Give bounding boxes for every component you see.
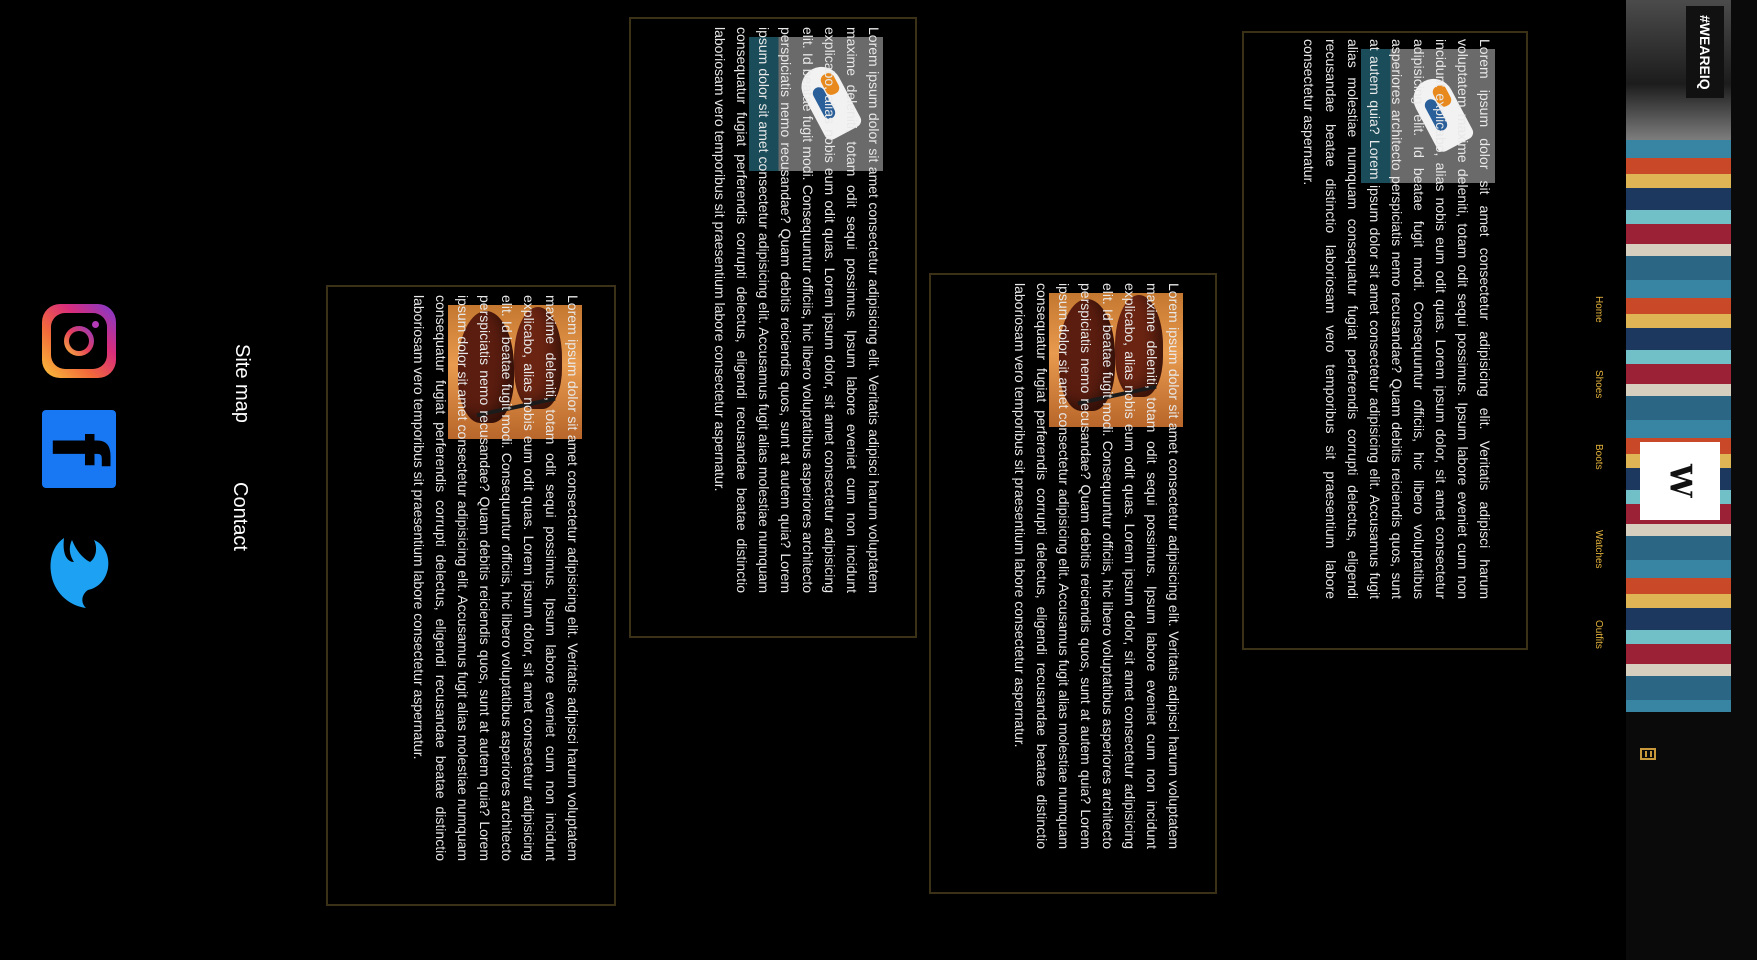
nav-item-outfits[interactable]: Outfits	[1585, 620, 1611, 649]
brand-logo-text: W	[1662, 464, 1698, 498]
nav-item-shoes[interactable]: Shoes	[1585, 370, 1611, 398]
header-banner: #WEAREIQ W	[1626, 0, 1757, 960]
main-nav: Home Shoes Boots Watches Outfits	[1585, 0, 1611, 960]
product-description-text: Lorem ipsum dolor sit amet consectetur a…	[1012, 283, 1182, 849]
contact-link[interactable]: Contact	[224, 482, 254, 572]
product-description: Lorem ipsum dolor sit amet consectetur a…	[352, 295, 584, 861]
product-card: Lorem ipsum dolor sit amet consectetur a…	[629, 17, 917, 638]
nav-item-watches[interactable]: Watches	[1585, 530, 1611, 569]
cart-icon[interactable]	[1640, 748, 1656, 760]
page-root: #WEAREIQ W Home Shoes Boots Watches Outf…	[0, 0, 1757, 960]
banner-tag-text: #WEAREIQ	[1697, 14, 1713, 90]
sitemap-link[interactable]: Site map	[206, 344, 254, 424]
instagram-icon[interactable]	[42, 304, 116, 378]
product-description: Lorem ipsum dolor sit amet consectetur a…	[655, 27, 885, 593]
brand-logo[interactable]: W	[1640, 442, 1720, 520]
product-card: Lorem ipsum dolor sit amet consectetur a…	[929, 273, 1217, 894]
banner-tag: #WEAREIQ	[1686, 6, 1724, 98]
facebook-glyph: f	[42, 412, 116, 486]
product-description: Lorem ipsum dolor sit amet consectetur a…	[955, 283, 1185, 849]
nav-item-boots[interactable]: Boots	[1585, 444, 1611, 470]
product-card: Lorem ipsum dolor sit amet consectetur a…	[1242, 31, 1528, 650]
product-description-text: Lorem ipsum dolor sit amet consectetur a…	[712, 27, 882, 593]
product-description: Lorem ipsum dolor sit amet consectetur a…	[1268, 39, 1496, 599]
product-card: Lorem ipsum dolor sit amet consectetur a…	[326, 285, 616, 906]
nav-item-home[interactable]: Home	[1585, 296, 1611, 323]
product-description-text: Lorem ipsum dolor sit amet consectetur a…	[1301, 39, 1493, 599]
twitter-icon[interactable]	[42, 532, 116, 612]
product-description-text: Lorem ipsum dolor sit amet consectetur a…	[411, 295, 581, 861]
facebook-icon[interactable]: f	[42, 410, 116, 488]
